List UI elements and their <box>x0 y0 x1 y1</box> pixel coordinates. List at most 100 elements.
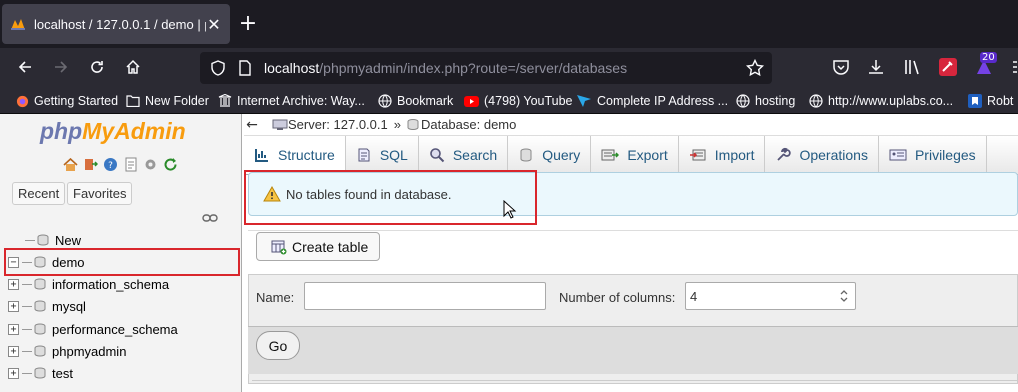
table-name-input[interactable] <box>304 282 546 310</box>
bookmark-bookmark[interactable]: Bookmark <box>378 92 453 110</box>
database-icon <box>34 278 46 290</box>
link-icon[interactable] <box>202 212 218 224</box>
globe-icon <box>809 94 823 108</box>
bookmark-robt[interactable]: Robt <box>968 92 1013 110</box>
database-icon <box>34 345 46 357</box>
privileges-icon <box>889 149 907 161</box>
page-content: phpMyAdmin ? Recent Favorites New − demo… <box>0 114 1018 392</box>
go-button[interactable]: Go <box>256 331 300 360</box>
create-table-label: Create table <box>292 238 369 255</box>
svg-text:?: ? <box>108 161 113 171</box>
globe-icon <box>736 94 750 108</box>
download-icon[interactable] <box>865 56 887 78</box>
bookmark-uplabs[interactable]: http://www.uplabs.co... <box>809 92 953 110</box>
tree-item-phpmyadmin[interactable]: + phpmyadmin <box>8 341 126 361</box>
tab-title: localhost / 127.0.0.1 / demo | ph <box>34 16 206 32</box>
tab-sql[interactable]: SQL <box>346 136 419 174</box>
back-icon[interactable] <box>14 56 36 78</box>
sql-icon <box>358 148 370 162</box>
bookmark-star-icon[interactable] <box>746 59 764 77</box>
extension-icon[interactable] <box>937 56 959 78</box>
tab-structure[interactable]: Structure <box>244 136 346 174</box>
tab-label: Search <box>452 147 498 163</box>
demo-highlight-annotation <box>4 248 240 276</box>
home-icon[interactable] <box>122 56 144 78</box>
tree-item-performance-schema[interactable]: + performance_schema <box>8 319 178 339</box>
browser-tab[interactable]: localhost / 127.0.0.1 / demo | ph ✕ <box>2 4 230 44</box>
notice-highlight-annotation <box>244 170 537 225</box>
docs-icon[interactable] <box>122 156 139 173</box>
expand-icon[interactable]: + <box>8 278 19 290</box>
expand-icon[interactable]: + <box>8 300 19 312</box>
structure-icon <box>255 148 268 162</box>
bookmark-label: New Folder <box>145 94 209 108</box>
help-icon[interactable]: ? <box>102 156 119 173</box>
columns-number-input[interactable]: 4 <box>685 282 856 310</box>
tree-item-information-schema[interactable]: + information_schema <box>8 274 169 294</box>
mouse-cursor-icon <box>503 200 517 219</box>
bookmark-internet-archive[interactable]: Internet Archive: Way... <box>218 92 365 110</box>
tree-item-label: information_schema <box>52 276 170 292</box>
query-icon <box>520 148 532 162</box>
tree-item-label: New <box>55 232 82 248</box>
stepper-arrows-icon[interactable] <box>839 289 849 303</box>
folder-icon <box>126 95 140 107</box>
url-bar[interactable]: localhost/phpmyadmin/index.php?route=/se… <box>200 52 772 84</box>
bookmark-youtube[interactable]: (4798) YouTube <box>464 92 573 110</box>
tree-item-test[interactable]: + test <box>8 363 73 383</box>
tree-item-new[interactable]: New <box>8 230 81 250</box>
tab-export[interactable]: Export <box>591 136 679 174</box>
logout-icon[interactable] <box>82 156 99 173</box>
firefox-icon <box>16 95 29 107</box>
export-icon <box>601 149 620 161</box>
settings-gear-icon[interactable] <box>142 156 159 173</box>
library-icon[interactable] <box>901 56 923 78</box>
reload-icon[interactable] <box>86 56 108 78</box>
bookmark-complete-ip[interactable]: Complete IP Address ... <box>576 92 728 110</box>
tab-privileges[interactable]: Privileges <box>879 136 987 174</box>
new-database-icon <box>37 234 49 246</box>
forward-icon[interactable] <box>50 56 72 78</box>
tab-operations[interactable]: Operations <box>765 136 879 174</box>
expand-icon[interactable]: + <box>8 345 19 357</box>
home-icon[interactable] <box>62 156 79 173</box>
bookmark-label: Getting Started <box>34 94 119 108</box>
tree-item-mysql[interactable]: + mysql <box>8 296 86 316</box>
columns-label: Number of columns: <box>559 290 676 305</box>
bookmark-getting-started[interactable]: Getting Started <box>16 92 118 110</box>
close-tab-icon[interactable]: ✕ <box>206 15 222 34</box>
shield-icon[interactable] <box>210 60 226 76</box>
tab-query[interactable]: Query <box>508 136 592 174</box>
bookmark-hosting[interactable]: hosting <box>736 92 795 110</box>
database-icon <box>34 323 46 335</box>
database-icon <box>34 300 46 312</box>
breadcrumb-database[interactable]: Database: demo <box>421 117 516 132</box>
recent-button[interactable]: Recent <box>12 182 66 205</box>
expand-icon[interactable]: + <box>8 367 19 379</box>
pocket-icon[interactable] <box>830 56 852 78</box>
new-tab-icon[interactable]: + <box>238 12 258 36</box>
favorites-button[interactable]: Favorites <box>67 182 133 205</box>
bookmark-label: Robt <box>987 94 1014 108</box>
tab-label: Structure <box>278 146 335 163</box>
breadcrumb-separator: » <box>393 117 401 132</box>
breadcrumb-server[interactable]: Server: 127.0.0.1 <box>288 117 388 132</box>
import-icon <box>689 149 706 161</box>
page-info-icon[interactable] <box>238 60 252 76</box>
logo-php: php <box>40 118 83 144</box>
menu-icon[interactable] <box>1004 56 1018 78</box>
tab-label: Import <box>714 147 755 163</box>
database-icon <box>34 367 46 379</box>
tab-label: Export <box>627 147 668 163</box>
columns-value: 4 <box>690 289 698 304</box>
reload-nav-icon[interactable] <box>162 156 179 173</box>
tab-import[interactable]: Import <box>679 136 766 174</box>
collapse-nav-icon[interactable]: ← <box>244 117 260 133</box>
tab-search[interactable]: Search <box>419 136 509 174</box>
tab-label: Query <box>542 147 581 163</box>
create-table-toggle[interactable]: Create table <box>256 232 380 261</box>
phpmyadmin-logo[interactable]: phpMyAdmin <box>40 118 186 145</box>
bookmark-new-folder[interactable]: New Folder <box>126 92 209 110</box>
expand-icon[interactable]: + <box>8 323 19 335</box>
bookmark-label: Bookmark <box>397 94 454 108</box>
